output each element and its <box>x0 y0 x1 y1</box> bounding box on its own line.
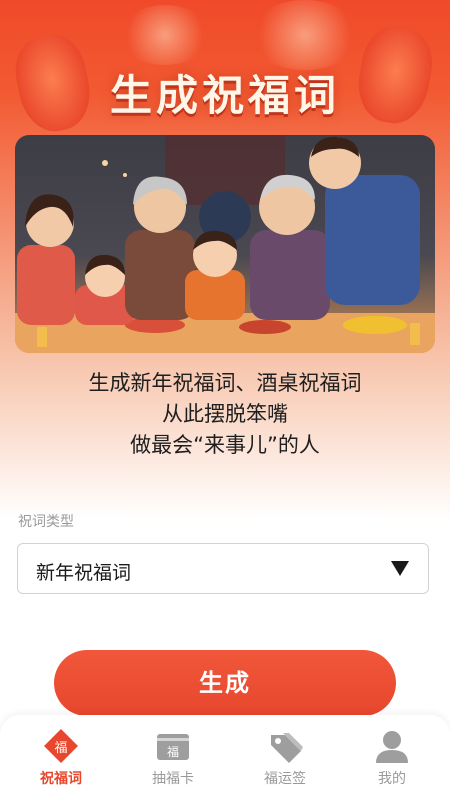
page-title: 生成祝福词 <box>109 71 340 120</box>
tab-blessings[interactable]: 福 祝福词 <box>5 715 117 800</box>
slogan-line: 做最会“来事儿”的人 <box>130 433 320 457</box>
tag-icon <box>265 729 305 765</box>
tab-label: 我的 <box>378 771 406 787</box>
fu-diamond-icon: 福 <box>41 729 81 765</box>
bottom-tab-bar: 福 祝福词 福 抽福卡 福运签 我的 <box>0 715 450 800</box>
generate-button[interactable]: 生成 <box>54 650 396 716</box>
dropdown-arrow-icon <box>390 558 410 582</box>
tab-label: 抽福卡 <box>152 771 194 787</box>
tab-profile[interactable]: 我的 <box>336 715 448 800</box>
slogan-line: 从此摆脱笨嘴 <box>162 402 288 426</box>
tab-label: 福运签 <box>264 771 306 787</box>
slogan-text: 生成新年祝福词、酒桌祝福词 从此摆脱笨嘴 做最会“来事儿”的人 <box>0 368 450 461</box>
tab-draw-card[interactable]: 福 抽福卡 <box>117 715 229 800</box>
greeting-type-value: 新年祝福词 <box>36 562 132 584</box>
slogan-line: 生成新年祝福词、酒桌祝福词 <box>88 371 362 395</box>
tab-fortune-slip[interactable]: 福运签 <box>229 715 341 800</box>
svg-text:福: 福 <box>54 741 67 756</box>
svg-text:福: 福 <box>167 744 179 759</box>
firework-decoration <box>120 5 210 65</box>
firework-decoration <box>250 0 360 70</box>
greeting-type-label: 祝词类型 <box>18 514 74 530</box>
greeting-type-select[interactable]: 新年祝福词 <box>17 543 429 594</box>
family-dinner-illustration <box>15 135 435 353</box>
user-icon <box>372 729 412 765</box>
fu-card-icon: 福 <box>153 729 193 765</box>
tab-label: 祝福词 <box>40 771 82 787</box>
